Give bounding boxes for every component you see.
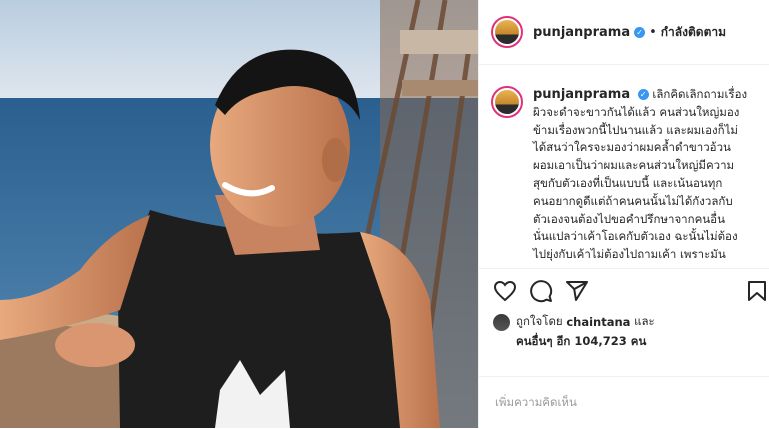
post-side-panel: punjanprama ✓ • กำลังติดตาม punjanprama … xyxy=(478,0,769,428)
separator-dot: • xyxy=(649,24,657,40)
verified-icon: ✓ xyxy=(637,89,649,100)
verified-icon: ✓ xyxy=(634,26,646,38)
profile-avatar[interactable] xyxy=(491,16,523,48)
post-header: punjanprama ✓ • กำลังติดตาม xyxy=(479,0,769,65)
header-username[interactable]: punjanprama xyxy=(533,25,630,40)
following-button[interactable]: กำลังติดตาม xyxy=(661,23,726,42)
caption-line: ผิวจะดำจะขาวกันได้แล้ว คนส่วนใหญ่มอง xyxy=(533,104,740,119)
likes-count[interactable]: คนอื่นๆ อีก 104,723 คน xyxy=(493,332,763,352)
caption-avatar[interactable] xyxy=(491,86,523,118)
caption-line: คนอยากดูดีแต่ถ้าคนคนนั้นไม่ได้กังวลกับ xyxy=(533,193,733,208)
caption-line: ได้สนว่าใครจะมองว่าผมคล้ำดำขาวอ้วน xyxy=(533,140,731,155)
comment-box xyxy=(479,376,769,429)
bookmark-icon[interactable] xyxy=(745,279,769,303)
instagram-post: punjanprama ✓ • กำลังติดตาม punjanprama … xyxy=(0,0,769,428)
caption-line: เลิกคิดเลิกถามเรื่อง xyxy=(652,87,748,101)
caption-line: ผอมเอาเป็นว่าผมและคนส่วนใหญ่มีความ xyxy=(533,158,735,173)
share-icon[interactable] xyxy=(565,279,589,303)
caption-line: ข้ามเรื่องพวกนี้ไปนานแล้ว และผมเองก็ไม่ xyxy=(533,122,738,137)
caption-line: นั่นแปลว่าเค้าโอเคกับตัวเอง ฉะนั้นไม่ต้อ… xyxy=(533,229,738,244)
caption-username[interactable]: punjanprama xyxy=(533,87,630,102)
likes-prefix: ถูกใจโดย xyxy=(516,314,563,328)
caption-text: punjanprama ✓ เลิกคิดเลิกถามเรื่อง ผิวจะ… xyxy=(533,86,747,262)
liker-username[interactable]: chaintana xyxy=(566,315,630,329)
comment-icon[interactable] xyxy=(529,279,553,303)
heart-icon[interactable] xyxy=(493,279,517,303)
caption-line: สุขกับตัวเองที่เป็นแบบนี้ และเน้นอนทุก xyxy=(533,175,723,190)
post-image xyxy=(0,0,478,428)
caption-line: ไปยุ่งกับเค้าไม่ต้องไปถามเค้า เพราะมัน xyxy=(533,247,726,262)
likes-summary: ถูกใจโดย chaintana และ คนอื่นๆ อีก 104,7… xyxy=(493,312,763,354)
post-photo[interactable] xyxy=(0,0,478,428)
liker-avatar[interactable] xyxy=(493,313,510,331)
post-caption: punjanprama ✓ เลิกคิดเลิกถามเรื่อง ผิวจะ… xyxy=(491,86,761,262)
comment-input[interactable] xyxy=(493,389,757,415)
caption-line: ตัวเองจนต้องไปขอคำปรึกษาจากคนอื่น xyxy=(533,211,725,226)
action-bar xyxy=(479,268,769,313)
likes-and: และ xyxy=(634,314,655,328)
